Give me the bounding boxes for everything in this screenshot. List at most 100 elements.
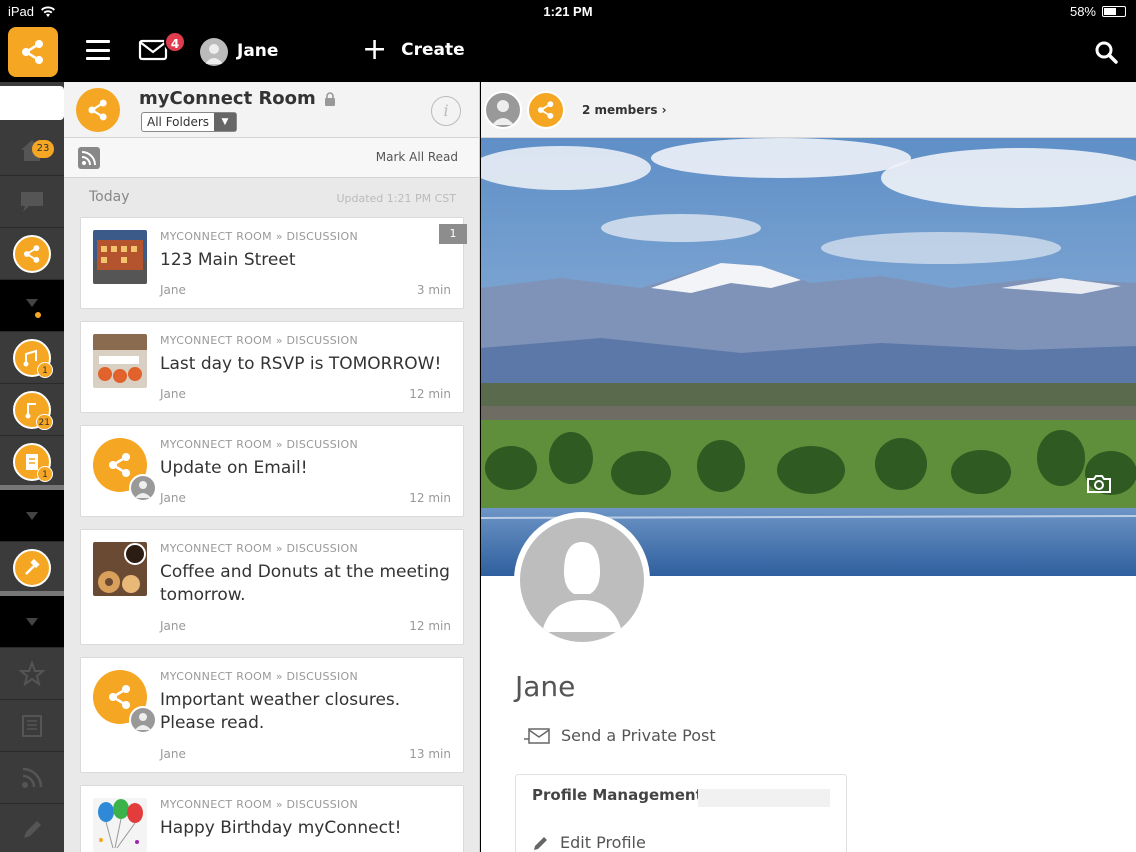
feed-item[interactable]: MYCONNECT ROOM » DISCUSSION Happy Birthd…: [80, 785, 464, 852]
comment-count-badge: 1: [439, 224, 467, 244]
ios-status-bar: iPad 1:21 PM 58%: [0, 0, 1136, 24]
chevron-down-icon: [26, 298, 41, 318]
cover-photo-landscape: [481, 138, 1136, 576]
post-breadcrumb: MYCONNECT ROOM » DISCUSSION: [160, 798, 359, 811]
folder-select[interactable]: All Folders ▼: [141, 112, 237, 132]
mark-all-read-button[interactable]: Mark All Read: [376, 150, 458, 164]
pencil-icon: [534, 836, 547, 850]
post-breadcrumb: MYCONNECT ROOM » DISCUSSION: [160, 438, 359, 451]
room-document-icon: 1: [13, 442, 53, 482]
updated-label: Updated 1:21 PM CST: [336, 192, 456, 205]
profile-avatar[interactable]: [514, 512, 650, 648]
edit-profile-label: Edit Profile: [560, 833, 646, 852]
today-header: Today Updated 1:21 PM CST: [64, 186, 479, 210]
rail-room-4[interactable]: 1: [0, 436, 64, 488]
rail-collapse-3[interactable]: [0, 596, 64, 648]
rail-favorites[interactable]: [0, 648, 64, 700]
status-right: 58%: [1070, 4, 1126, 19]
member-avatar[interactable]: [484, 91, 522, 129]
profile-panel: 2 members › Jane Send a Private Post Pro…: [481, 82, 1136, 852]
top-nav: 4 Jane + Create: [0, 24, 1136, 82]
room-share-icon: [13, 234, 51, 273]
room-header: myConnect Room All Folders ▼ i: [64, 82, 479, 138]
rss-icon: [81, 151, 96, 166]
post-breadcrumb: MYCONNECT ROOM » DISCUSSION: [160, 670, 359, 683]
star-icon: [18, 659, 46, 686]
profile-management-box: Profile Management Edit Profile: [515, 774, 847, 852]
room-note-icon: 21: [13, 390, 53, 430]
post-title: 123 Main Street: [160, 250, 296, 270]
post-thumbnail-building: [93, 230, 147, 284]
rss-feed-button[interactable]: [78, 147, 100, 169]
chevron-down-icon: [26, 511, 38, 520]
rss-icon: [22, 767, 43, 788]
chat-bubble-icon: [21, 191, 43, 212]
post-author: Jane: [160, 491, 186, 505]
feed-item[interactable]: MYCONNECT ROOM » DISCUSSION Last day to …: [80, 321, 464, 413]
search-icon[interactable]: [1094, 40, 1118, 64]
feed-item[interactable]: MYCONNECT ROOM » DISCUSSION Update on Em…: [80, 425, 464, 517]
create-button[interactable]: + Create: [362, 32, 465, 67]
chevron-down-icon: [26, 617, 38, 626]
post-thumbnail-donuts: [93, 542, 147, 596]
feed-item[interactable]: MYCONNECT ROOM » DISCUSSION 123 Main Str…: [80, 217, 467, 309]
author-avatar: [129, 706, 157, 734]
room-hammer-icon: [13, 548, 51, 587]
room-title-text: myConnect Room: [139, 88, 316, 109]
camera-icon[interactable]: [1086, 474, 1112, 494]
rail-feeds[interactable]: [0, 752, 64, 804]
rail-room-3[interactable]: 21: [0, 384, 64, 436]
rail-chat[interactable]: [0, 176, 64, 228]
rail-collapse-2[interactable]: [0, 490, 64, 542]
create-label: Create: [401, 40, 465, 60]
room-share-icon: [93, 670, 157, 734]
rail-room-5[interactable]: [0, 542, 64, 594]
rail-collapse-1[interactable]: [0, 280, 64, 332]
hamburger-menu-icon[interactable]: [86, 40, 110, 60]
post-thumbnail-balloons: [93, 798, 147, 852]
post-title: Coffee and Donuts at the meeting tomorro…: [160, 562, 450, 605]
room-share-icon[interactable]: [527, 91, 565, 129]
rail-edit[interactable]: [0, 804, 64, 852]
room-badge: 21: [35, 413, 53, 430]
app-logo-share-icon[interactable]: [8, 27, 58, 77]
members-link[interactable]: 2 members ›: [582, 103, 667, 117]
home-badge: 23: [32, 140, 54, 158]
room-share-icon[interactable]: [76, 88, 120, 132]
post-time: 3 min: [416, 283, 451, 297]
author-avatar: [129, 474, 157, 502]
battery-percent: 58%: [1069, 4, 1096, 19]
lock-icon: [324, 91, 335, 106]
status-time: 1:21 PM: [543, 4, 593, 19]
edit-profile-button[interactable]: Edit Profile: [532, 833, 646, 852]
post-title: Update on Email!: [160, 458, 308, 478]
info-icon[interactable]: i: [431, 96, 461, 126]
room-badge: 1: [37, 465, 53, 482]
room-music-icon: 1: [13, 338, 53, 378]
rail-room-myconnect[interactable]: [0, 228, 64, 280]
post-author: Jane: [160, 283, 186, 297]
book-icon: [22, 714, 42, 737]
pencil-icon: [24, 820, 41, 838]
private-post-label: Send a Private Post: [561, 726, 716, 745]
feed-item[interactable]: MYCONNECT ROOM » DISCUSSION Coffee and D…: [80, 529, 464, 645]
discussion-feed-panel: myConnect Room All Folders ▼ i Mark All …: [64, 82, 480, 852]
send-private-post-button[interactable]: Send a Private Post: [523, 726, 716, 745]
room-title: myConnect Room: [139, 88, 336, 109]
post-title: Last day to RSVP is TOMORROW!: [160, 354, 442, 374]
user-avatar[interactable]: [200, 38, 228, 66]
profile-management-title: Profile Management: [532, 786, 703, 804]
post-title: Important weather closures. Please read.: [160, 690, 401, 733]
folder-select-value: All Folders: [147, 115, 210, 129]
rail-room-2[interactable]: 1: [0, 332, 64, 384]
plus-icon: +: [362, 32, 388, 67]
rail-directory[interactable]: [0, 700, 64, 752]
feed-item[interactable]: MYCONNECT ROOM » DISCUSSION Important we…: [80, 657, 464, 773]
post-author: Jane: [160, 747, 186, 761]
battery-icon: [1102, 6, 1126, 17]
user-name[interactable]: Jane: [237, 41, 278, 61]
rail-home[interactable]: 23: [0, 124, 64, 176]
post-time: 12 min: [409, 387, 451, 401]
post-title: Happy Birthday myConnect!: [160, 818, 402, 838]
left-icon-rail: 23 1 21 1: [0, 82, 64, 852]
